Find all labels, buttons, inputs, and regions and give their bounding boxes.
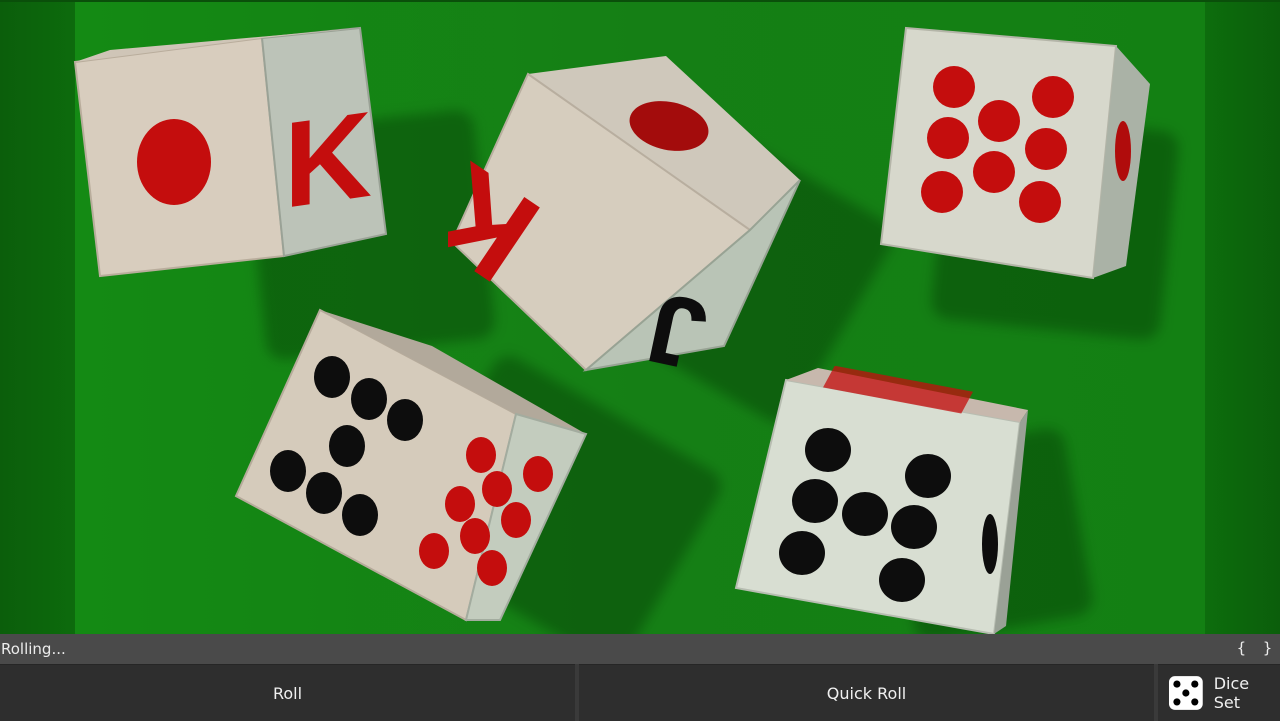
die-pip — [1019, 181, 1061, 223]
die-pip — [792, 479, 838, 523]
die-pip — [891, 505, 937, 549]
die-one-k: K — [73, 26, 388, 278]
die-pip — [933, 66, 975, 108]
braces-icon[interactable]: { } — [1237, 639, 1276, 657]
die-pip — [805, 428, 851, 472]
die-pip — [445, 486, 475, 522]
die-pip — [523, 456, 553, 492]
die-eight-black — [734, 366, 1028, 634]
dice-set-button[interactable]: Dice Set — [1158, 664, 1280, 721]
dice-set-button-label: Dice Set — [1213, 674, 1250, 712]
die-pip — [927, 117, 969, 159]
die-pip — [501, 502, 531, 538]
die-pip — [419, 533, 449, 569]
quick-roll-button[interactable]: Quick Roll — [579, 664, 1154, 721]
die-pip — [306, 472, 342, 514]
status-text: Rolling... — [1, 640, 66, 658]
die-pip — [1032, 76, 1074, 118]
die-pip — [351, 378, 387, 420]
die-pip — [342, 494, 378, 536]
die-pip — [482, 471, 512, 507]
die-pip — [973, 151, 1015, 193]
die-pip — [982, 514, 998, 574]
dice-icon — [1168, 676, 1203, 710]
die-pip — [329, 425, 365, 467]
die-pip — [905, 454, 951, 498]
die-eight-black-red — [234, 308, 588, 622]
die-pip — [921, 171, 963, 213]
die-pip — [314, 356, 350, 398]
quick-roll-button-label: Quick Roll — [826, 683, 907, 703]
die-eight-red — [879, 26, 1150, 280]
die-pip — [270, 450, 306, 492]
die-pip — [477, 550, 507, 586]
roll-button-label: Roll — [272, 683, 303, 703]
die-face-k: K — [284, 85, 372, 234]
roll-button[interactable]: Roll — [0, 664, 575, 721]
die-pip — [387, 399, 423, 441]
die-pip — [879, 558, 925, 602]
die-pip — [978, 100, 1020, 142]
die-pip — [1115, 121, 1131, 181]
die-pip — [842, 492, 888, 536]
die-pip — [137, 119, 211, 205]
status-bar: Rolling... { } — [0, 634, 1280, 664]
die-pip — [1025, 128, 1067, 170]
die-pip — [779, 531, 825, 575]
die-pip — [466, 437, 496, 473]
dice-table: K K J — [0, 0, 1280, 634]
die-pip — [460, 518, 490, 554]
